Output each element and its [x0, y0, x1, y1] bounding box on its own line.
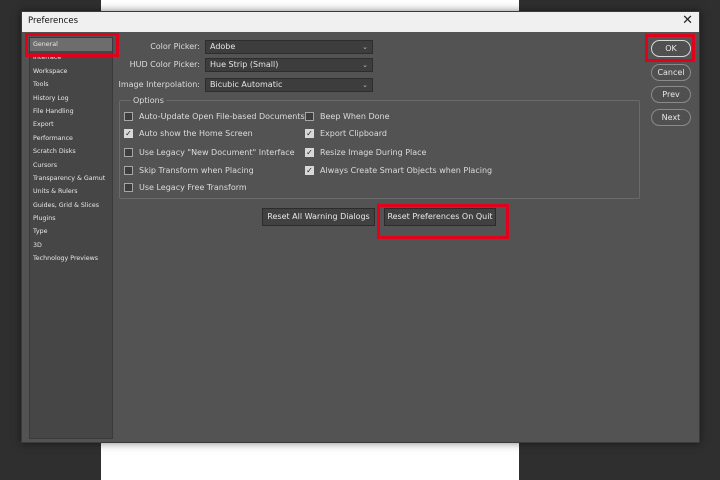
sidebar-item-tools[interactable]: Tools — [30, 78, 112, 91]
option-resize-image-during-place[interactable]: ✓ Resize Image During Place — [305, 148, 426, 157]
preferences-dialog: Preferences ✕ General Interface Workspac… — [21, 11, 700, 443]
checkbox-icon — [305, 112, 314, 121]
sidebar-item-scratch-disks[interactable]: Scratch Disks — [30, 145, 112, 158]
checkbox-icon — [124, 166, 133, 175]
sidebar-item-type[interactable]: Type — [30, 225, 112, 238]
option-legacy-new-document[interactable]: Use Legacy "New Document" Interface — [124, 148, 295, 157]
sidebar-item-transparency-gamut[interactable]: Transparency & Gamut — [30, 172, 112, 185]
color-picker-label: Color Picker: — [150, 42, 200, 51]
dialog-titlebar: Preferences ✕ — [22, 12, 699, 32]
sidebar-item-cursors[interactable]: Cursors — [30, 159, 112, 172]
sidebar-item-workspace[interactable]: Workspace — [30, 65, 112, 78]
hud-color-picker-label: HUD Color Picker: — [129, 60, 200, 69]
image-interpolation-label: Image Interpolation: — [118, 80, 201, 89]
option-auto-update-open-docs[interactable]: Auto-Update Open File-based Documents — [124, 112, 305, 121]
sidebar-item-plugins[interactable]: Plugins — [30, 212, 112, 225]
checkbox-checked-icon: ✓ — [305, 147, 314, 157]
option-export-clipboard[interactable]: ✓ Export Clipboard — [305, 129, 387, 138]
prev-button[interactable]: Prev — [651, 86, 691, 103]
image-interpolation-value: Bicubic Automatic — [210, 80, 283, 89]
chevron-down-icon: ⌄ — [362, 81, 368, 89]
option-auto-show-home-screen[interactable]: ✓ Auto show the Home Screen — [124, 129, 253, 138]
sidebar-item-guides-grid-slices[interactable]: Guides, Grid & Slices — [30, 199, 112, 212]
cancel-button[interactable]: Cancel — [651, 64, 691, 81]
dialog-title: Preferences — [28, 16, 78, 26]
checkbox-checked-icon: ✓ — [305, 128, 314, 138]
sidebar-item-file-handling[interactable]: File Handling — [30, 105, 112, 118]
option-always-create-smart-objects[interactable]: ✓ Always Create Smart Objects when Placi… — [305, 166, 492, 175]
reset-warning-dialogs-button[interactable]: Reset All Warning Dialogs — [262, 208, 375, 226]
preferences-sidebar: General Interface Workspace Tools Histor… — [29, 37, 113, 439]
sidebar-item-performance[interactable]: Performance — [30, 132, 112, 145]
highlight-ok — [645, 34, 695, 62]
chevron-down-icon: ⌄ — [362, 61, 368, 69]
checkbox-checked-icon: ✓ — [305, 165, 314, 175]
highlight-reset-preferences — [377, 204, 509, 239]
hud-color-picker-value: Hue Strip (Small) — [210, 60, 279, 69]
checkbox-icon — [124, 148, 133, 157]
next-button[interactable]: Next — [651, 109, 691, 126]
checkbox-icon — [124, 183, 133, 192]
sidebar-item-units-rulers[interactable]: Units & Rulers — [30, 185, 112, 198]
option-legacy-free-transform[interactable]: Use Legacy Free Transform — [124, 183, 247, 192]
color-picker-value: Adobe — [210, 42, 236, 51]
option-skip-transform-placing[interactable]: Skip Transform when Placing — [124, 166, 254, 175]
option-beep-when-done[interactable]: Beep When Done — [305, 112, 390, 121]
color-picker-select[interactable]: Adobe ⌄ — [205, 40, 373, 54]
options-legend: Options — [131, 96, 166, 105]
hud-color-picker-select[interactable]: Hue Strip (Small) ⌄ — [205, 58, 373, 72]
sidebar-item-export[interactable]: Export — [30, 118, 112, 131]
close-icon[interactable]: ✕ — [682, 14, 693, 28]
sidebar-item-3d[interactable]: 3D — [30, 239, 112, 252]
checkbox-checked-icon: ✓ — [124, 128, 133, 138]
chevron-down-icon: ⌄ — [362, 43, 368, 51]
highlight-general — [25, 33, 119, 57]
sidebar-item-history-log[interactable]: History Log — [30, 92, 112, 105]
image-interpolation-select[interactable]: Bicubic Automatic ⌄ — [205, 78, 373, 92]
sidebar-item-technology-previews[interactable]: Technology Previews — [30, 252, 112, 265]
checkbox-icon — [124, 112, 133, 121]
